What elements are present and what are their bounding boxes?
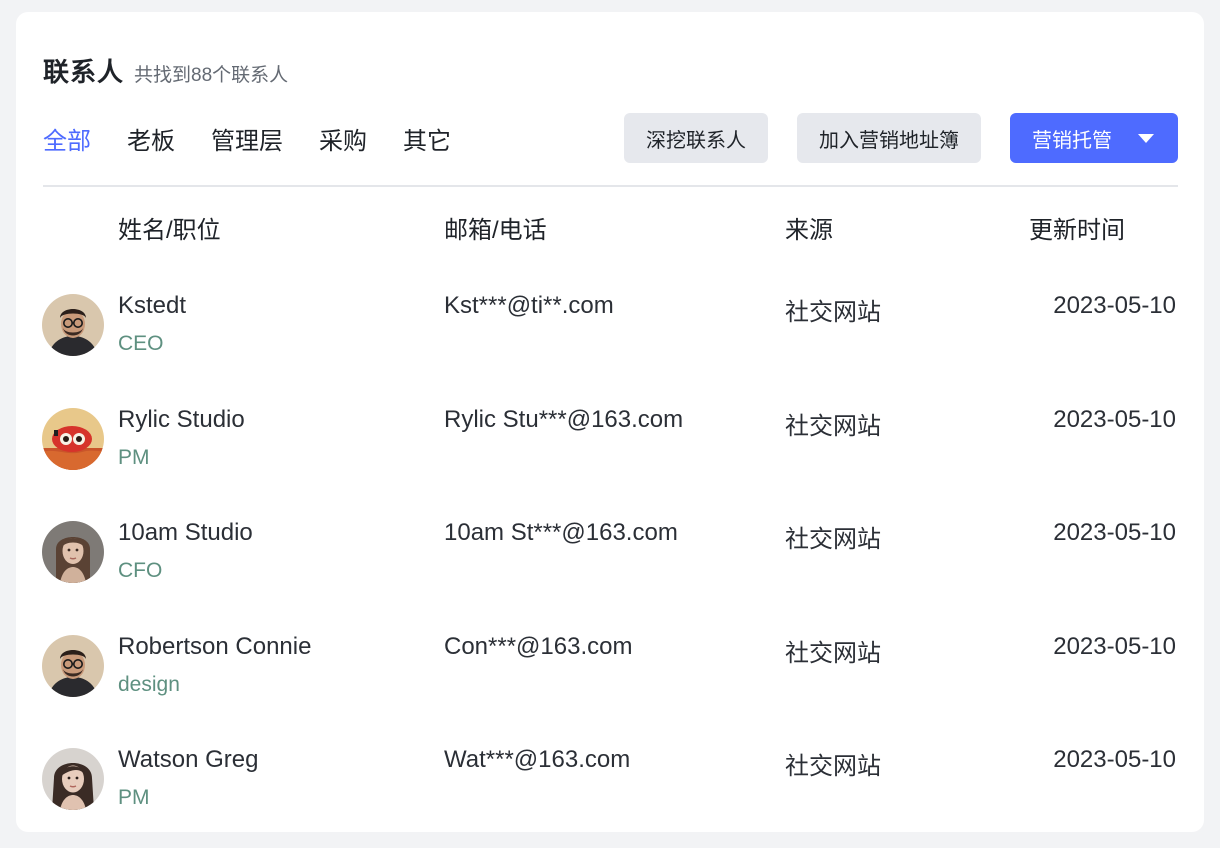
woman-portrait-avatar[interactable]	[42, 748, 104, 810]
column-header-updated: 更新时间	[1029, 217, 1125, 244]
result-count: 共找到88个联系人	[134, 65, 289, 86]
add-to-address-book-button[interactable]: 加入营销地址簿	[797, 113, 981, 163]
title-row: 联系人 共找到88个联系人	[43, 52, 288, 89]
tab-all[interactable]: 全部	[43, 127, 91, 157]
marketing-hosting-button[interactable]: 营销托管	[1010, 113, 1178, 163]
contact-source: 社交网站	[785, 526, 881, 553]
contact-email: Wat***@163.com	[444, 746, 631, 773]
contact-source: 社交网站	[785, 299, 881, 326]
contact-updated: 2023-05-10	[1053, 519, 1176, 546]
red-robot-avatar[interactable]	[42, 407, 104, 470]
woman-long-hair-avatar[interactable]	[42, 521, 104, 583]
contact-source: 社交网站	[785, 412, 881, 440]
column-header-contact: 邮箱/电话	[444, 217, 547, 244]
table-row[interactable]: Watson Greg PM Wat***@163.com 社交网站 2023-…	[16, 732, 1204, 846]
table-row[interactable]: Kstedt CEO Kst***@ti**.com 社交网站 2023-05-…	[16, 278, 1204, 392]
contact-name: 10am Studio	[118, 519, 253, 546]
contact-updated: 2023-05-10	[1053, 746, 1176, 773]
tab-boss[interactable]: 老板	[127, 127, 175, 157]
contacts-card: 联系人 共找到88个联系人 全部 老板 管理层 采购 其它 深挖联系人 加入营销…	[16, 12, 1204, 832]
column-header-source: 来源	[785, 217, 833, 244]
table-row[interactable]: 10am Studio CFO 10am St***@163.com 社交网站 …	[16, 505, 1204, 619]
contact-name: Robertson Connie	[118, 632, 312, 660]
tab-purchasing[interactable]: 采购	[319, 127, 367, 157]
contact-role: PM	[118, 445, 150, 469]
contact-name: Watson Greg	[118, 746, 259, 773]
man-glasses-avatar[interactable]	[42, 634, 104, 697]
contact-source: 社交网站	[785, 639, 881, 667]
tab-other[interactable]: 其它	[403, 127, 451, 157]
contact-list: Kstedt CEO Kst***@ti**.com 社交网站 2023-05-…	[16, 278, 1204, 846]
contact-role: CEO	[118, 332, 164, 355]
column-header-name: 姓名/职位	[118, 217, 221, 244]
table-header: 姓名/职位 邮箱/电话 来源 更新时间	[16, 210, 1204, 244]
caret-down-icon[interactable]	[1138, 133, 1154, 143]
table-row[interactable]: Rylic Studio PM Rylic Stu***@163.com 社交网…	[16, 392, 1204, 506]
contact-role: PM	[118, 786, 150, 809]
contact-source: 社交网站	[785, 753, 881, 780]
man-glasses-avatar[interactable]	[42, 294, 104, 356]
dig-contacts-button[interactable]: 深挖联系人	[624, 113, 768, 163]
page-title: 联系人	[43, 57, 125, 87]
contact-email: 10am St***@163.com	[444, 519, 678, 546]
action-buttons: 深挖联系人 加入营销地址簿 营销托管	[624, 113, 1178, 163]
contact-role: design	[118, 672, 180, 696]
contact-updated: 2023-05-10	[1053, 292, 1176, 319]
contact-email: Con***@163.com	[444, 632, 633, 660]
header-divider	[43, 185, 1178, 187]
tab-management[interactable]: 管理层	[211, 127, 283, 157]
contact-name: Kstedt	[118, 292, 187, 319]
contact-updated: 2023-05-10	[1053, 405, 1176, 433]
contact-email: Rylic Stu***@163.com	[444, 405, 684, 433]
contact-name: Rylic Studio	[118, 405, 245, 433]
filter-tabs: 全部 老板 管理层 采购 其它	[43, 127, 487, 157]
table-row[interactable]: Robertson Connie design Con***@163.com 社…	[16, 619, 1204, 733]
contact-updated: 2023-05-10	[1053, 632, 1176, 660]
marketing-hosting-label: 营销托管	[1032, 129, 1112, 152]
contact-email: Kst***@ti**.com	[444, 292, 614, 319]
contact-role: CFO	[118, 559, 163, 582]
